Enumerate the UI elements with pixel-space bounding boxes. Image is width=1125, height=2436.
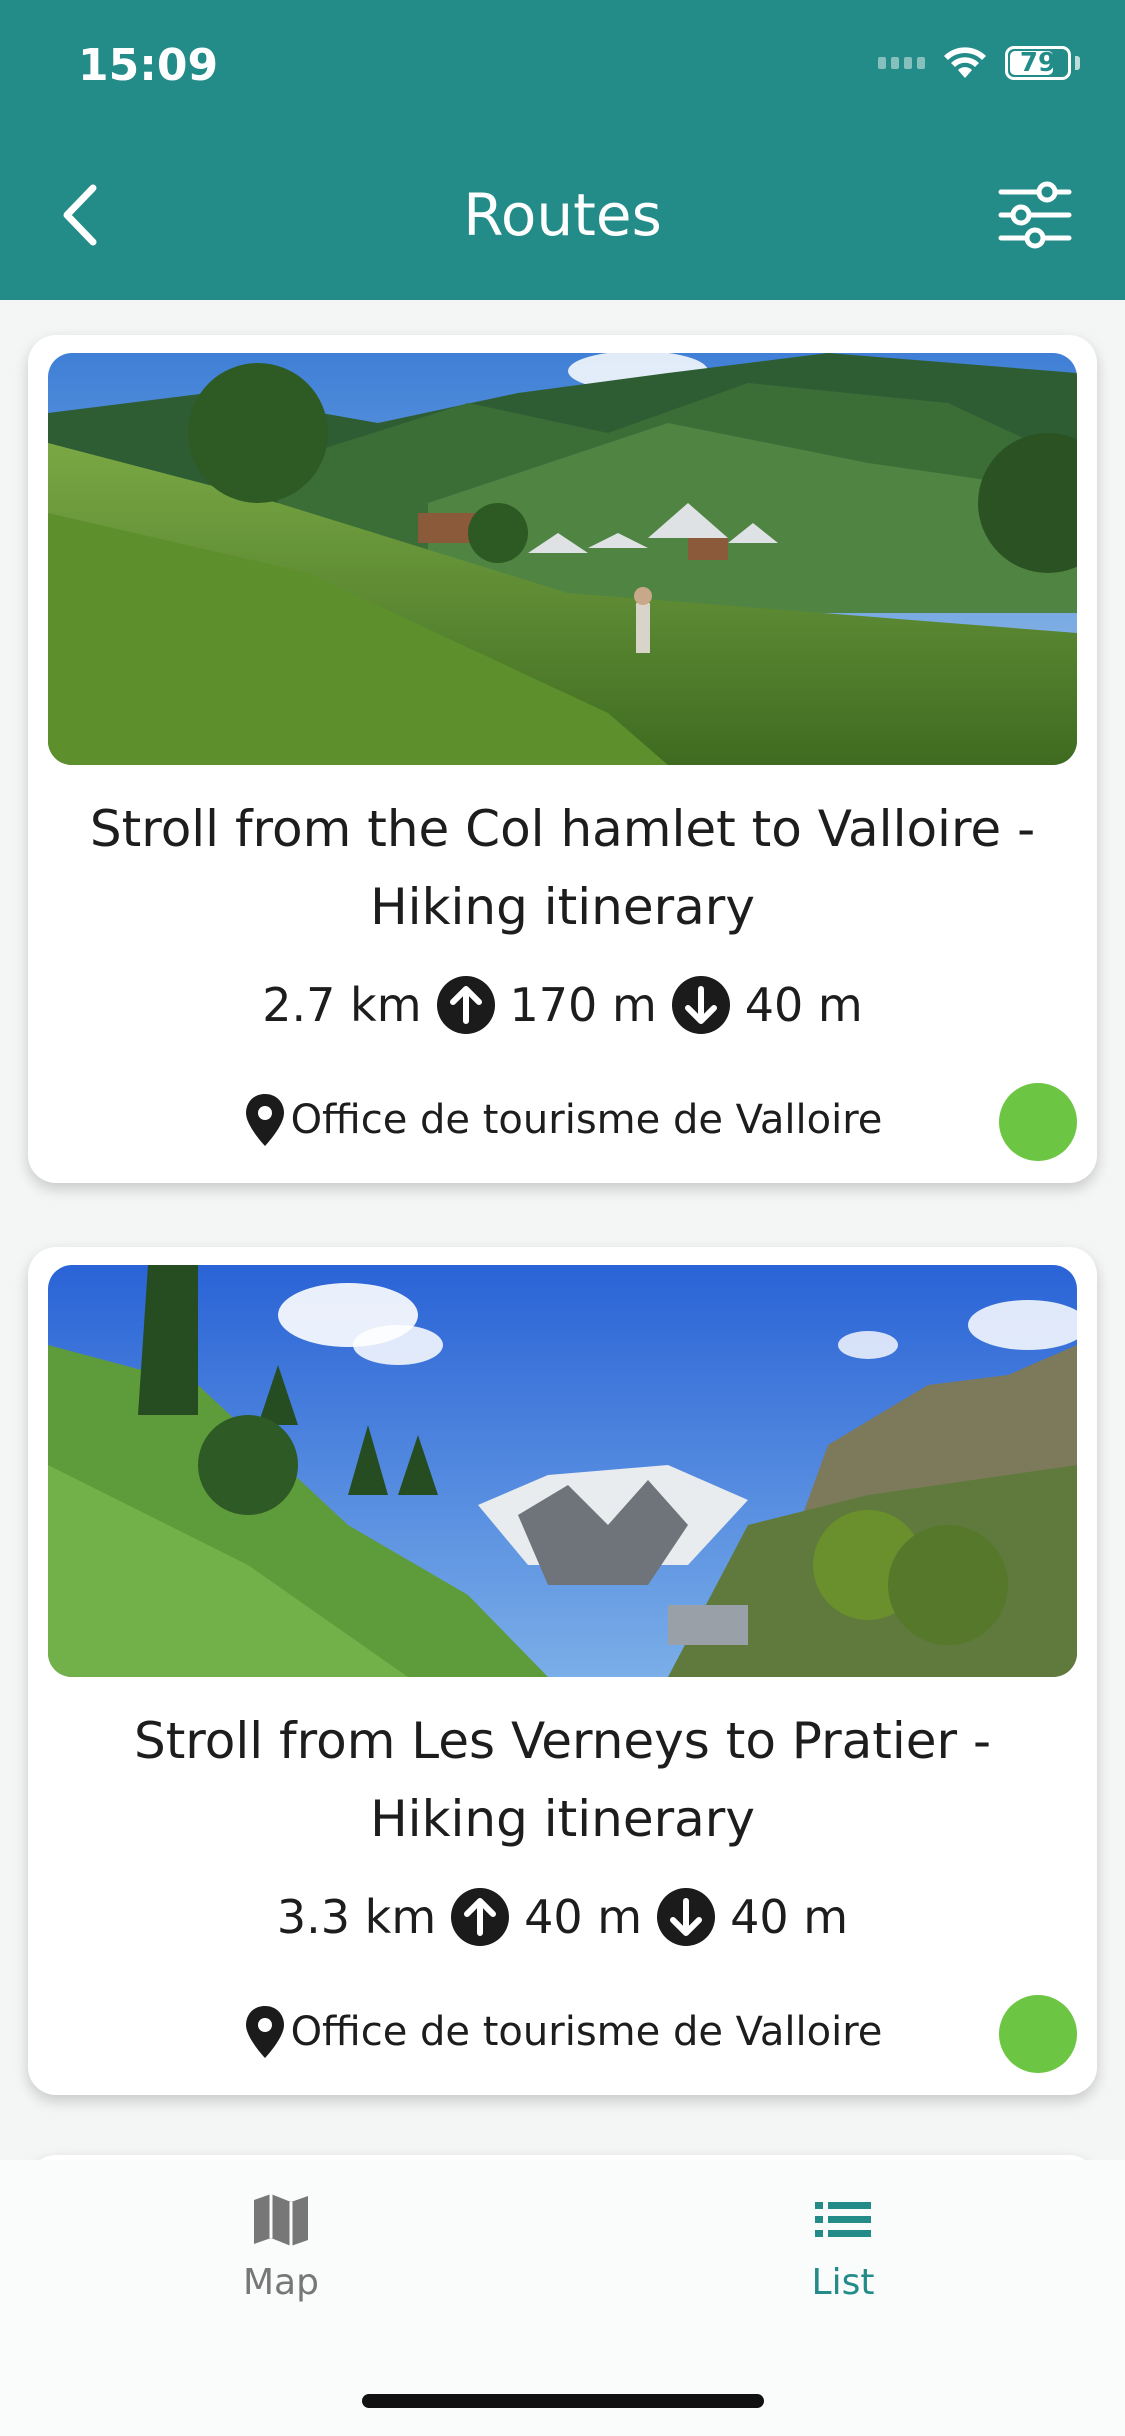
- route-descent: 40 m: [744, 978, 863, 1032]
- ascent-arrow-icon: [451, 1888, 510, 1946]
- route-distance: 3.3 km: [276, 1890, 437, 1944]
- difficulty-indicator: [999, 1995, 1077, 2073]
- route-ascent: 170 m: [509, 978, 657, 1032]
- route-photo: [48, 1265, 1077, 1677]
- sliders-icon: [998, 181, 1072, 249]
- location-pin-icon: [245, 2006, 284, 2058]
- route-stats: 3.3 km 40 m 40 m: [28, 1882, 1097, 1952]
- app-header: 15:09 79 Routes: [0, 0, 1125, 300]
- route-location-label: Office de tourisme de Valloire: [290, 2009, 883, 2055]
- tab-map-label: Map: [243, 2262, 319, 2303]
- filter-button[interactable]: [995, 180, 1075, 250]
- route-card[interactable]: Stroll from Les Verneys to Pratier - Hik…: [28, 1247, 1097, 2095]
- routes-list: Stroll from the Col hamlet to Valloire -…: [0, 300, 1125, 2160]
- route-location-label: Office de tourisme de Valloire: [290, 1097, 883, 1143]
- tab-list-label: List: [811, 2262, 875, 2303]
- battery-icon: 79: [1005, 46, 1071, 80]
- route-descent: 40 m: [730, 1890, 849, 1944]
- location-pin-icon: [245, 1094, 284, 1146]
- route-distance: 2.7 km: [262, 978, 422, 1032]
- battery-level: 79: [1019, 48, 1057, 78]
- route-card[interactable]: Stroll from the Col hamlet to Valloire -…: [28, 335, 1097, 1183]
- route-photo: [48, 353, 1077, 765]
- map-icon: [254, 2194, 308, 2246]
- route-location: Office de tourisme de Valloire: [28, 1087, 1097, 1153]
- wifi-icon: [944, 47, 986, 78]
- ascent-arrow-icon: [436, 976, 495, 1034]
- descent-arrow-icon: [671, 976, 730, 1034]
- route-location: Office de tourisme de Valloire: [28, 1999, 1097, 2065]
- descent-arrow-icon: [657, 1888, 716, 1946]
- home-indicator: [362, 2394, 764, 2408]
- status-icons: 79: [878, 46, 1080, 80]
- route-title: Stroll from Les Verneys to Pratier - Hik…: [133, 1712, 992, 1848]
- tab-list[interactable]: List: [693, 2190, 993, 2303]
- cellular-signal-icon: [878, 57, 925, 69]
- difficulty-indicator: [999, 1083, 1077, 1161]
- page-title: Routes: [463, 181, 662, 249]
- route-stats: 2.7 km 170 m 40 m: [28, 970, 1097, 1040]
- route-title: Stroll from the Col hamlet to Valloire -…: [89, 800, 1036, 936]
- tab-map[interactable]: Map: [131, 2190, 431, 2303]
- status-time: 15:09: [78, 40, 219, 91]
- route-ascent: 40 m: [524, 1890, 643, 1944]
- list-icon: [815, 2202, 871, 2237]
